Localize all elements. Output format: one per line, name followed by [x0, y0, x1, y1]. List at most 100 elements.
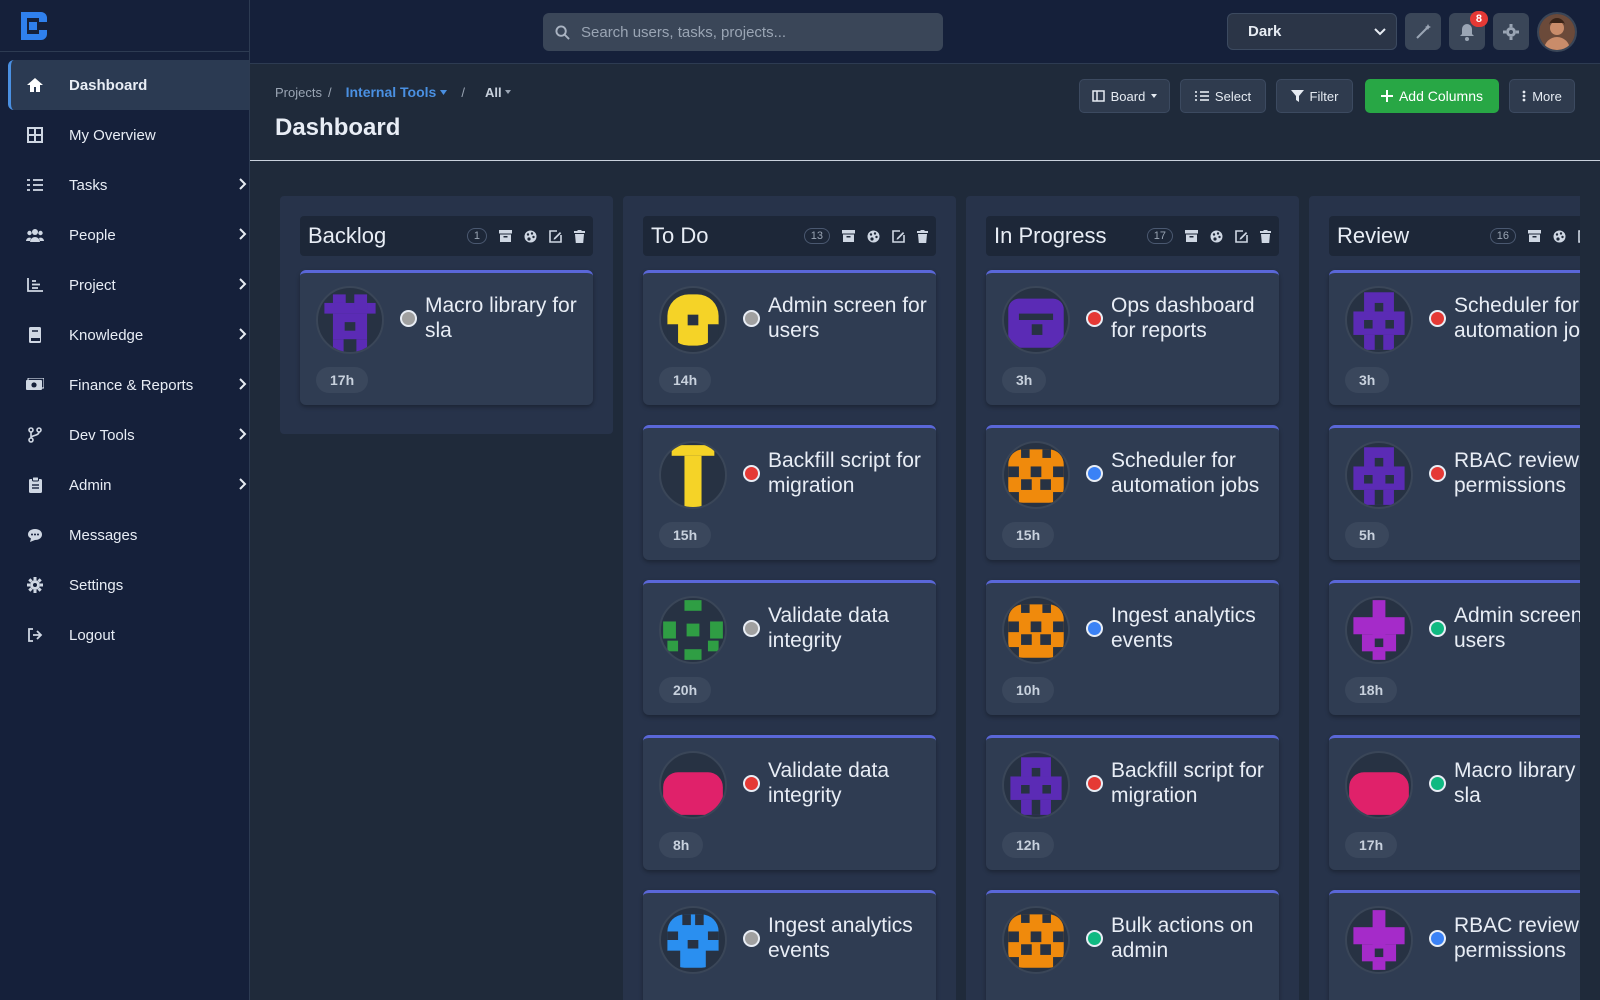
breadcrumb-project[interactable]: Internal Tools	[346, 84, 437, 100]
chevron-right-icon[interactable]	[239, 377, 247, 394]
user-avatar[interactable]	[1537, 12, 1577, 52]
trash-icon[interactable]	[1260, 229, 1271, 243]
trash-icon[interactable]	[574, 229, 585, 243]
task-title[interactable]: Macro library for sla	[1454, 758, 1580, 808]
task-card[interactable]: Backfill script for migration 15h	[643, 425, 936, 560]
task-card[interactable]: Scheduler for automation jobs 3h	[1329, 270, 1580, 405]
task-card[interactable]: Macro library for sla 17h	[300, 270, 593, 405]
chevron-right-icon[interactable]	[239, 227, 247, 244]
task-card[interactable]: Ops dashboard for reports 3h	[986, 270, 1279, 405]
assignee-avatar[interactable]	[1345, 751, 1413, 819]
sidebar-item-people[interactable]: People	[8, 210, 249, 260]
assignee-avatar[interactable]	[316, 286, 384, 354]
logout-icon	[25, 625, 45, 645]
assignee-avatar[interactable]	[659, 751, 727, 819]
more-button[interactable]: More	[1509, 79, 1575, 113]
archive-icon[interactable]	[1185, 230, 1198, 242]
board-view-button[interactable]: Board	[1079, 79, 1170, 113]
settings-button[interactable]	[1493, 13, 1529, 50]
task-title[interactable]: Ops dashboard for reports	[1111, 293, 1271, 343]
task-card[interactable]: Macro library for sla 17h	[1329, 735, 1580, 870]
notifications-button[interactable]: 8	[1449, 11, 1488, 50]
task-title[interactable]: Validate data integrity	[768, 603, 928, 653]
task-card[interactable]: Ingest analytics events 10h	[986, 580, 1279, 715]
sidebar-item-tasks[interactable]: Tasks	[8, 160, 249, 210]
edit-icon[interactable]	[892, 229, 905, 243]
task-card[interactable]: Ingest analytics events	[643, 890, 936, 1000]
chevron-right-icon[interactable]	[239, 327, 247, 344]
task-card[interactable]: Validate data integrity 8h	[643, 735, 936, 870]
sidebar-item-messages[interactable]: Messages	[8, 510, 249, 560]
task-card[interactable]: Scheduler for automation jobs 15h	[986, 425, 1279, 560]
task-title[interactable]: Scheduler for automation jobs	[1111, 448, 1271, 498]
assignee-avatar[interactable]	[659, 286, 727, 354]
task-title[interactable]: Scheduler for automation jobs	[1454, 293, 1580, 343]
sidebar-item-finance-reports[interactable]: Finance & Reports	[8, 360, 249, 410]
chevron-right-icon[interactable]	[239, 477, 247, 494]
assignee-avatar[interactable]	[1002, 596, 1070, 664]
task-card[interactable]: Backfill script for migration 12h	[986, 735, 1279, 870]
magic-wand-button[interactable]	[1405, 13, 1441, 50]
sidebar-item-logout[interactable]: Logout	[8, 610, 249, 660]
estimate-pill: 3h	[1345, 367, 1390, 393]
palette-icon[interactable]	[524, 230, 537, 243]
filter-button[interactable]: Filter	[1276, 79, 1353, 113]
edit-icon[interactable]	[549, 229, 562, 243]
add-columns-button[interactable]: Add Columns	[1365, 79, 1499, 113]
assignee-avatar[interactable]	[1002, 286, 1070, 354]
breadcrumb-all[interactable]: All	[485, 85, 502, 100]
assignee-avatar[interactable]	[1345, 441, 1413, 509]
assignee-avatar[interactable]	[659, 906, 727, 974]
archive-icon[interactable]	[499, 230, 512, 242]
task-title[interactable]: Ingest analytics events	[768, 913, 928, 963]
task-card[interactable]: Admin screen for users 14h	[643, 270, 936, 405]
sidebar-item-admin[interactable]: Admin	[8, 460, 249, 510]
task-card[interactable]: Bulk actions on admin	[986, 890, 1279, 1000]
task-title[interactable]: Backfill script for migration	[1111, 758, 1271, 808]
assignee-avatar[interactable]	[1345, 906, 1413, 974]
app-logo[interactable]	[0, 0, 249, 52]
search-input[interactable]	[581, 23, 911, 41]
task-card[interactable]: RBAC review of permissions	[1329, 890, 1580, 1000]
task-title[interactable]: Macro library for sla	[425, 293, 585, 343]
breadcrumb-projects[interactable]: Projects	[275, 85, 322, 100]
palette-icon[interactable]	[1210, 230, 1223, 243]
palette-icon[interactable]	[1553, 230, 1566, 243]
task-card[interactable]: RBAC review of permissions 5h	[1329, 425, 1580, 560]
task-title[interactable]: RBAC review of permissions	[1454, 448, 1580, 498]
search-box[interactable]	[543, 13, 943, 51]
sidebar-item-project[interactable]: Project	[8, 260, 249, 310]
assignee-avatar[interactable]	[1345, 286, 1413, 354]
sidebar-item-my-overview[interactable]: My Overview	[8, 110, 249, 160]
task-title[interactable]: RBAC review of permissions	[1454, 913, 1580, 963]
chevron-right-icon[interactable]	[239, 277, 247, 294]
select-button[interactable]: Select	[1180, 79, 1266, 113]
assignee-avatar[interactable]	[659, 441, 727, 509]
sidebar-item-knowledge[interactable]: Knowledge	[8, 310, 249, 360]
sidebar-item-settings[interactable]: Settings	[8, 560, 249, 610]
sidebar-item-dashboard[interactable]: Dashboard	[8, 60, 249, 110]
task-title[interactable]: Admin screen for users	[768, 293, 928, 343]
task-title[interactable]: Bulk actions on admin	[1111, 913, 1271, 963]
edit-icon[interactable]	[1578, 229, 1580, 243]
assignee-avatar[interactable]	[1002, 906, 1070, 974]
task-card[interactable]: Validate data integrity 20h	[643, 580, 936, 715]
task-title[interactable]: Ingest analytics events	[1111, 603, 1271, 653]
assignee-avatar[interactable]	[1002, 751, 1070, 819]
chevron-right-icon[interactable]	[239, 177, 247, 194]
edit-icon[interactable]	[1235, 229, 1248, 243]
assignee-avatar[interactable]	[1002, 441, 1070, 509]
archive-icon[interactable]	[842, 230, 855, 242]
sidebar-item-dev-tools[interactable]: Dev Tools	[8, 410, 249, 460]
chevron-right-icon[interactable]	[239, 427, 247, 444]
trash-icon[interactable]	[917, 229, 928, 243]
task-title[interactable]: Admin screen for users	[1454, 603, 1580, 653]
palette-icon[interactable]	[867, 230, 880, 243]
archive-icon[interactable]	[1528, 230, 1541, 242]
task-title[interactable]: Validate data integrity	[768, 758, 928, 808]
theme-select[interactable]: Dark	[1227, 13, 1397, 50]
task-title[interactable]: Backfill script for migration	[768, 448, 928, 498]
task-card[interactable]: Admin screen for users 18h	[1329, 580, 1580, 715]
assignee-avatar[interactable]	[1345, 596, 1413, 664]
assignee-avatar[interactable]	[659, 596, 727, 664]
